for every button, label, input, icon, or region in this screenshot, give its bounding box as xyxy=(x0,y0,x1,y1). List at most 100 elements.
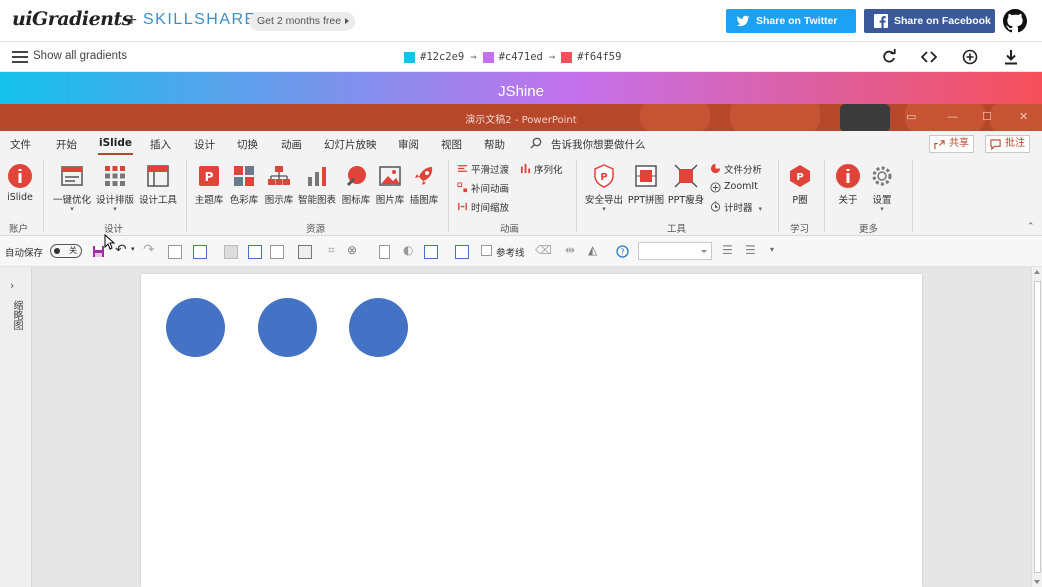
tab-view[interactable]: 视图 xyxy=(441,137,462,152)
time-scale-button[interactable]: 时间缩放 xyxy=(457,200,509,214)
promo-badge[interactable]: Get 2 months free xyxy=(249,12,356,31)
tab-islide[interactable]: iSlide xyxy=(98,137,133,155)
bar-chart-icon xyxy=(308,167,326,186)
expand-pane-icon[interactable]: › xyxy=(10,279,14,292)
new-slide-icon[interactable] xyxy=(168,245,182,259)
one-click-optimize-button[interactable]: 一键优化 ▾ xyxy=(50,163,94,213)
tab-design[interactable]: 设计 xyxy=(194,137,215,152)
guides-checkbox[interactable] xyxy=(481,245,492,256)
serialize-button[interactable]: 序列化 xyxy=(520,162,563,176)
icon-library-button[interactable]: 图标库 xyxy=(340,163,372,206)
site-logo[interactable]: uiGradients xyxy=(12,8,132,30)
circle-shape[interactable] xyxy=(166,298,225,357)
color-swatch[interactable] xyxy=(561,51,573,63)
ribbon-display-icon[interactable]: ▭ xyxy=(906,110,916,123)
color-library-button[interactable]: 色彩库 xyxy=(228,163,260,206)
merge-shapes-icon[interactable]: ⊗ xyxy=(347,243,357,257)
islide-account-button[interactable]: iSlide xyxy=(5,163,35,203)
share-button[interactable]: 共享 xyxy=(929,135,974,153)
color-code[interactable]: #c471ed xyxy=(499,51,543,63)
scrollbar-thumb[interactable] xyxy=(1034,281,1041,573)
tab-transitions[interactable]: 切换 xyxy=(237,137,258,152)
zoomit-button[interactable]: ZoomIt xyxy=(710,181,758,193)
align-center-icon[interactable]: ☰ xyxy=(722,243,733,257)
close-icon[interactable]: ✕ xyxy=(1019,110,1028,123)
menu-icon[interactable] xyxy=(12,51,28,63)
minimize-icon[interactable]: — xyxy=(947,110,958,123)
ppt-puzzle-button[interactable]: PPT拼图 xyxy=(627,163,665,206)
github-icon[interactable] xyxy=(1003,9,1027,33)
about-button[interactable]: 关于 xyxy=(833,163,863,206)
timer-button[interactable]: 计时器 ▾ xyxy=(710,200,762,214)
design-tools-button[interactable]: 设计工具 xyxy=(138,163,178,206)
circle-shape[interactable] xyxy=(258,298,317,357)
selection-pane-icon[interactable] xyxy=(424,245,438,259)
tab-home[interactable]: 开始 xyxy=(56,137,77,152)
partner-logo[interactable]: SKILLSHARE xyxy=(143,11,257,29)
design-layout-button[interactable]: 设计排版 ▾ xyxy=(95,163,135,213)
svg-text:P: P xyxy=(600,172,607,183)
align-icon[interactable] xyxy=(298,245,312,259)
chevron-down-icon[interactable]: ▾ xyxy=(759,205,763,213)
p-circle-button[interactable]: P P圈 xyxy=(786,163,814,206)
thumbnail-pane[interactable]: › 缩略图 xyxy=(0,267,32,587)
autosave-toggle[interactable]: 关 xyxy=(50,244,82,258)
redo-icon[interactable]: ↷ xyxy=(143,242,155,258)
tab-animations[interactable]: 动画 xyxy=(281,137,302,152)
download-icon[interactable] xyxy=(1003,49,1019,65)
image-library-button[interactable]: 图片库 xyxy=(374,163,406,206)
add-icon[interactable] xyxy=(962,49,978,65)
vertical-scrollbar[interactable] xyxy=(1031,267,1042,587)
crop-icon[interactable]: ⌗ xyxy=(328,243,335,258)
shape-fill-icon[interactable] xyxy=(193,245,207,259)
rotate-icon[interactable] xyxy=(881,49,897,65)
distribute-icon[interactable]: ⇹ xyxy=(565,243,575,257)
secure-export-button[interactable]: P 安全导出 ▾ xyxy=(582,163,626,213)
table-icon[interactable] xyxy=(270,245,284,259)
tab-insert[interactable]: 插入 xyxy=(150,137,171,152)
tell-me-search[interactable]: 告诉我你想要做什么 xyxy=(551,137,646,152)
share-facebook-button[interactable]: Share on Facebook xyxy=(864,9,995,33)
comment-button[interactable]: 批注 xyxy=(985,135,1030,153)
eraser-icon[interactable]: ⌫ xyxy=(535,243,552,257)
theme-library-button[interactable]: P 主题库 xyxy=(193,163,225,206)
color-code[interactable]: #12c2e9 xyxy=(420,51,464,63)
show-all-gradients-link[interactable]: Show all gradients xyxy=(33,50,127,62)
tab-help[interactable]: 帮助 xyxy=(484,137,505,152)
tab-slideshow[interactable]: 幻灯片放映 xyxy=(324,137,377,152)
arrange-icon[interactable] xyxy=(248,245,262,259)
scroll-up-icon[interactable] xyxy=(1034,270,1040,274)
clipboard-icon[interactable] xyxy=(379,245,390,259)
color-code[interactable]: #f64f59 xyxy=(577,51,621,63)
customize-toolbar-icon[interactable]: ▾ xyxy=(770,245,774,254)
illustration-library-button[interactable]: 插图库 xyxy=(408,163,440,206)
align-left-icon[interactable]: ☰ xyxy=(745,243,756,257)
smart-chart-button[interactable]: 智能图表 xyxy=(296,163,338,206)
ppt-slim-button[interactable]: PPT瘦身 xyxy=(667,163,705,206)
tween-animation-button[interactable]: 补间动画 xyxy=(457,181,509,195)
color-swatch[interactable] xyxy=(404,51,415,63)
scroll-down-icon[interactable] xyxy=(1034,580,1040,584)
paint-bucket-icon[interactable]: ◭ xyxy=(588,243,597,257)
circle-shape[interactable] xyxy=(349,298,408,357)
color-swatch[interactable] xyxy=(482,51,494,63)
share-twitter-button[interactable]: Share on Twitter xyxy=(726,9,856,33)
chevron-down-icon[interactable]: ▾ xyxy=(131,245,135,253)
share-label: 共享 xyxy=(949,138,969,149)
file-analysis-button[interactable]: 文件分析 xyxy=(710,162,762,176)
tab-file[interactable]: 文件 xyxy=(10,137,31,152)
color-picker-icon[interactable]: ◐ xyxy=(403,243,413,257)
slide-canvas[interactable] xyxy=(141,274,922,587)
maximize-icon[interactable]: ☐ xyxy=(982,110,992,123)
tab-review[interactable]: 审阅 xyxy=(398,137,419,152)
text-box-icon[interactable] xyxy=(455,245,469,259)
collapse-ribbon-icon[interactable]: ⌃ xyxy=(1027,222,1035,232)
undo-icon[interactable]: ↶ xyxy=(115,242,127,258)
diagram-library-button[interactable]: 图示库 xyxy=(263,163,295,206)
group-icon[interactable] xyxy=(224,245,238,259)
font-size-combo[interactable] xyxy=(638,242,712,260)
help-icon[interactable]: ? xyxy=(616,245,629,258)
smooth-transition-button[interactable]: 平滑过渡 xyxy=(457,162,509,176)
code-icon[interactable] xyxy=(921,49,937,65)
settings-button[interactable]: 设置 ▾ xyxy=(867,163,897,213)
